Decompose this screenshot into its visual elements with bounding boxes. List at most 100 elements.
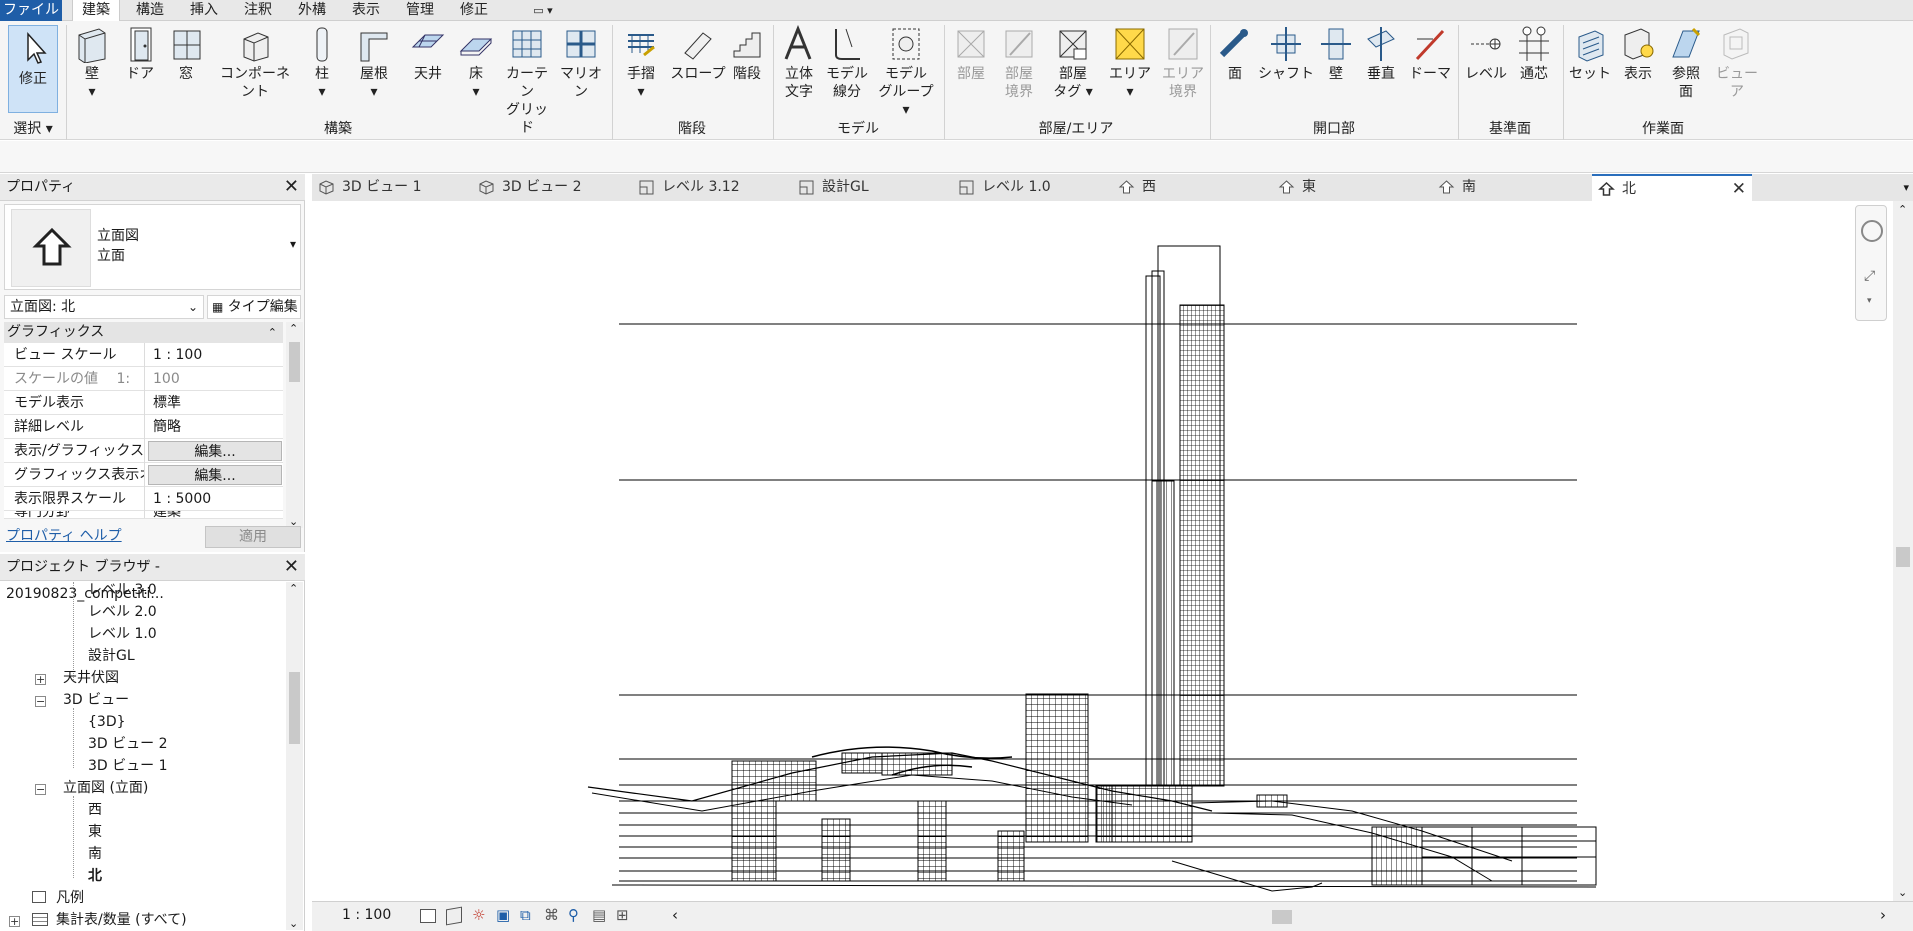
tree-item-design-gl[interactable]: 設計GL xyxy=(88,646,135,666)
shaft-button[interactable]: シャフト xyxy=(1258,25,1314,83)
grid-button[interactable]: 通芯 xyxy=(1512,25,1556,83)
scroll-down-icon[interactable]: ⌄ xyxy=(289,917,298,930)
show-workplane-button[interactable]: 表示 xyxy=(1616,25,1660,83)
detail-level-icon[interactable] xyxy=(420,909,436,923)
ceiling-button[interactable]: 天井 xyxy=(408,25,448,83)
tree-item-3d-default[interactable]: {3D} xyxy=(88,712,126,732)
component-button[interactable]: コンポーネント xyxy=(214,25,296,101)
expand-icon[interactable]: + xyxy=(35,674,46,685)
visual-style-icon[interactable] xyxy=(446,906,462,926)
reveal-hidden-icon[interactable]: ▤ xyxy=(592,906,606,924)
sun-path-icon[interactable]: ☼ xyxy=(472,906,485,924)
scroll-up-icon[interactable]: ⌃ xyxy=(289,322,298,335)
prop-row-discipline[interactable]: 専門分野 建築 xyxy=(4,511,283,519)
tab-3d-view-1[interactable]: 3D ビュー 1 xyxy=(312,174,472,201)
tab-east[interactable]: 東 xyxy=(1272,174,1432,201)
tree-item-legends[interactable]: 凡例 xyxy=(56,888,84,908)
model-line-button[interactable]: モデル 線分 xyxy=(824,25,870,101)
tab-architecture[interactable]: 建築 xyxy=(72,0,120,21)
tab-level-1-0[interactable]: レベル 1.0 xyxy=(952,174,1112,201)
prop-row-display-model[interactable]: モデル表示 標準 xyxy=(4,391,283,415)
room-tag-button[interactable]: 部屋 タグ ▾ xyxy=(1048,25,1098,101)
horizontal-scroll-track[interactable] xyxy=(692,910,1892,924)
window-button[interactable]: 窓 xyxy=(166,25,206,83)
close-icon[interactable]: ✕ xyxy=(284,556,299,578)
edit-button[interactable]: 編集... xyxy=(148,441,282,461)
browser-scrollbar[interactable]: ⌃ ⌄ xyxy=(286,582,303,930)
tab-insert[interactable]: 挿入 xyxy=(182,0,226,21)
tree-item-3d-view-1[interactable]: 3D ビュー 1 xyxy=(88,756,168,776)
properties-scrollbar[interactable]: ⌃ ⌄ xyxy=(286,322,303,528)
tree-item-elevations[interactable]: 立面図 (立面) xyxy=(63,778,148,798)
prop-row-view-scale[interactable]: ビュー スケール 1 : 100 xyxy=(4,343,283,367)
prop-row-detail-level[interactable]: 詳細レベル 簡略 xyxy=(4,415,283,439)
scroll-up-icon[interactable]: ⌃ xyxy=(289,582,298,595)
viewer-button[interactable]: ビューア xyxy=(1712,25,1762,101)
tab-site[interactable]: 外構 xyxy=(290,0,334,21)
floor-button[interactable]: 床 ▾ xyxy=(456,25,496,101)
by-face-button[interactable]: 面 xyxy=(1216,25,1254,83)
ramp-button[interactable]: スロープ xyxy=(670,25,726,83)
door-button[interactable]: ドア xyxy=(120,25,160,83)
wall-button[interactable]: 壁 ▾ xyxy=(72,25,112,101)
railing-button[interactable]: 手摺 ▾ xyxy=(618,25,664,101)
roof-button[interactable]: 屋根 ▾ xyxy=(352,25,396,101)
canvas-vertical-scrollbar[interactable]: ⌃ ⌄ xyxy=(1893,201,1913,901)
scroll-thumb[interactable] xyxy=(289,342,300,382)
level-button[interactable]: レベル xyxy=(1464,25,1508,83)
close-icon[interactable]: ✕ xyxy=(1732,176,1746,203)
wall-opening-button[interactable]: 壁 xyxy=(1318,25,1354,83)
expand-icon[interactable]: + xyxy=(9,916,20,927)
room-button[interactable]: 部屋 xyxy=(950,25,992,83)
area-boundary-button[interactable]: エリア 境界 xyxy=(1160,25,1206,101)
tab-structure[interactable]: 構造 xyxy=(128,0,172,21)
modify-button[interactable]: 修正 xyxy=(8,25,58,113)
tab-3d-view-2[interactable]: 3D ビュー 2 xyxy=(472,174,632,201)
mullion-button[interactable]: マリオン xyxy=(556,25,606,101)
tree-item-3d-view-2[interactable]: 3D ビュー 2 xyxy=(88,734,168,754)
tab-north[interactable]: 北 ✕ xyxy=(1592,174,1752,201)
properties-help-link[interactable]: プロパティ ヘルプ xyxy=(6,525,206,547)
area-button[interactable]: エリア ▾ xyxy=(1106,25,1154,101)
scroll-left-icon[interactable]: ‹ xyxy=(672,906,678,924)
tab-overflow-icon[interactable]: ▾ xyxy=(1903,174,1909,201)
scroll-thumb[interactable] xyxy=(1272,910,1292,924)
collapse-icon[interactable]: − xyxy=(35,696,46,707)
tree-item-level-1-0[interactable]: レベル 1.0 xyxy=(88,624,157,644)
tree-item-west[interactable]: 西 xyxy=(88,800,102,820)
room-separator-button[interactable]: 部屋 境界 xyxy=(998,25,1040,101)
tree-item-schedules[interactable]: 集計表/数量 (すべて) xyxy=(56,910,187,930)
view-selector[interactable]: 立面図: 北 ⌄ xyxy=(4,295,204,319)
analysis-icon[interactable]: ⊞ xyxy=(616,906,629,924)
collapse-icon[interactable]: − xyxy=(35,784,46,795)
set-workplane-button[interactable]: セット xyxy=(1568,25,1612,83)
tree-item-ceiling-plans[interactable]: 天井伏図 xyxy=(63,668,119,688)
tree-item-south[interactable]: 南 xyxy=(88,844,102,864)
tab-level-3-12[interactable]: レベル 3.12 xyxy=(632,174,792,201)
stair-button[interactable]: 階段 xyxy=(726,25,768,83)
type-selector[interactable]: 立面図 立面 ▾ xyxy=(4,204,301,290)
shadows-icon[interactable]: ▣ xyxy=(496,906,510,924)
panel-toggle-icon[interactable]: ▭ ▾ xyxy=(524,0,562,21)
zoom-icon[interactable]: ⤢ xyxy=(1864,268,1875,284)
close-icon[interactable]: ✕ xyxy=(284,176,299,198)
temp-hide-icon[interactable]: ⚲ xyxy=(568,906,579,924)
ref-plane-button[interactable]: 参照面 xyxy=(1664,25,1708,101)
model-text-button[interactable]: 立体 文字 xyxy=(778,25,820,101)
column-button[interactable]: 柱 ▾ xyxy=(304,25,340,101)
crop-region-icon[interactable]: ⌘ xyxy=(544,906,559,924)
crop-view-icon[interactable]: ⧉ xyxy=(520,906,531,924)
edit-button[interactable]: 編集... xyxy=(148,465,282,485)
scroll-thumb[interactable] xyxy=(1896,547,1910,567)
tree-item-east[interactable]: 東 xyxy=(88,822,102,842)
prop-row-hide-scale[interactable]: 表示限界スケール 1 : 5000 xyxy=(4,487,283,511)
prop-row-scale-value[interactable]: スケールの値 1: 100 xyxy=(4,367,283,391)
chevron-down-icon[interactable]: ▾ xyxy=(1867,296,1872,306)
tab-west[interactable]: 西 xyxy=(1112,174,1272,201)
steering-wheel-icon[interactable] xyxy=(1861,220,1883,242)
tab-annotate[interactable]: 注釈 xyxy=(236,0,280,21)
apply-button[interactable]: 適用 xyxy=(205,526,301,548)
scroll-down-icon[interactable]: ⌄ xyxy=(1898,886,1907,899)
tab-modify[interactable]: 修正 xyxy=(452,0,496,21)
tree-item-level-3-0[interactable]: レベル 3.0 xyxy=(88,580,157,600)
